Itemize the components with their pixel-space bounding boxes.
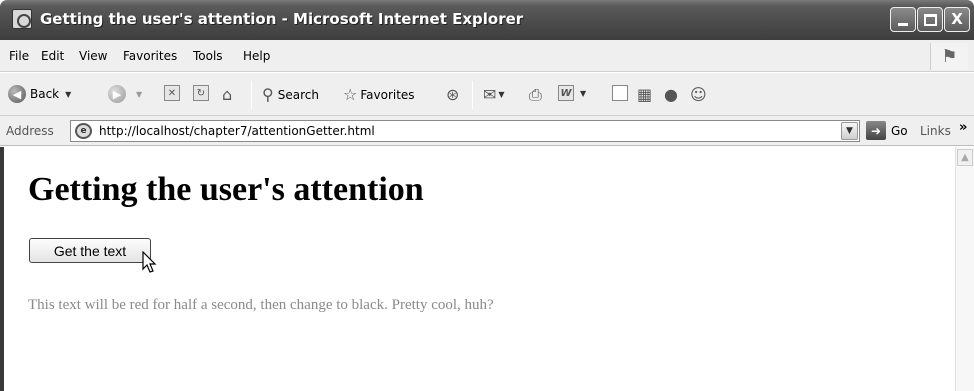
home-icon: ⌂: [222, 85, 233, 104]
menu-tools[interactable]: Tools: [193, 49, 223, 63]
messenger-icon: ●: [664, 85, 678, 104]
windows-logo-icon: ⚑: [930, 43, 968, 70]
back-dropdown-icon[interactable]: ▼: [65, 90, 71, 99]
minimize-button[interactable]: [890, 7, 916, 32]
menu-view[interactable]: View: [79, 49, 107, 63]
address-bar: Address e http://localhost/chapter7/atte…: [0, 116, 974, 146]
home-button[interactable]: ⌂: [222, 85, 232, 104]
menu-help[interactable]: Help: [243, 49, 270, 63]
search-icon: ⚲: [262, 85, 274, 104]
search-button[interactable]: ⚲ Search: [262, 85, 319, 104]
address-dropdown-icon[interactable]: ▼: [841, 122, 858, 140]
word-edit-icon: W: [558, 85, 574, 101]
menu-bar: File Edit View Favorites Tools Help: [0, 40, 974, 72]
research-button[interactable]: ▦: [637, 85, 652, 104]
discuss-icon: [612, 85, 628, 101]
mail-icon: ✉: [483, 85, 497, 104]
minimize-icon: [898, 23, 908, 26]
close-button[interactable]: X: [944, 7, 970, 32]
menu-edit[interactable]: Edit: [41, 49, 64, 63]
maximize-button[interactable]: [917, 7, 943, 32]
go-label: Go: [891, 123, 908, 138]
title-bar: Getting the user's attention - Microsoft…: [0, 0, 974, 40]
refresh-icon: ↻: [193, 85, 209, 101]
edit-button[interactable]: W ▼: [558, 85, 586, 101]
get-the-text-button[interactable]: Get the text: [29, 238, 151, 263]
go-button[interactable]: ➜ Go: [866, 121, 908, 140]
edit-dropdown-icon[interactable]: ▼: [580, 89, 586, 98]
favorites-star-icon: ☆: [343, 85, 358, 104]
address-input[interactable]: e http://localhost/chapter7/attentionGet…: [70, 120, 860, 142]
close-icon: X: [951, 10, 963, 28]
mail-dropdown-icon[interactable]: ▼: [498, 90, 504, 99]
discuss-button[interactable]: [612, 85, 628, 101]
window-title: Getting the user's attention - Microsoft…: [40, 10, 524, 28]
forward-button[interactable]: ▶ ▼: [108, 85, 142, 103]
menu-favorites[interactable]: Favorites: [123, 49, 177, 63]
stop-button[interactable]: ✕: [164, 85, 180, 101]
ie-app-icon[interactable]: [12, 9, 32, 29]
links-chevron-icon[interactable]: »: [959, 120, 967, 135]
toolbar-separator: [251, 81, 252, 109]
research-icon: ▦: [637, 85, 653, 104]
forward-dropdown-icon[interactable]: ▼: [136, 90, 142, 99]
back-arrow-icon: ◀: [8, 85, 26, 103]
maximize-icon: [923, 13, 937, 26]
page-content: Getting the user's attention Get the tex…: [0, 147, 955, 391]
links-label[interactable]: Links: [920, 124, 951, 138]
standard-toolbar: ◀ Back ▼ ▶ ▼ ✕ ↻ ⌂ ⚲ Search ☆ Favorites …: [0, 73, 974, 116]
stop-icon: ✕: [164, 85, 180, 101]
refresh-button[interactable]: ↻: [193, 85, 209, 101]
page-heading: Getting the user's attention: [28, 171, 424, 208]
print-button[interactable]: ⎙: [529, 85, 542, 105]
search-label: Search: [277, 87, 319, 102]
address-label: Address: [6, 124, 54, 138]
messenger-button[interactable]: ●: [664, 85, 678, 104]
back-button[interactable]: ◀ Back ▼: [8, 85, 71, 103]
print-icon: ⎙: [529, 85, 542, 104]
menu-file[interactable]: File: [9, 49, 29, 63]
media-icon: ⊛: [446, 85, 460, 104]
scroll-up-icon[interactable]: ▲: [957, 149, 973, 166]
vertical-scrollbar[interactable]: ▲: [955, 147, 974, 391]
contacts-button[interactable]: ☺: [690, 85, 707, 104]
mail-button[interactable]: ✉ ▼: [483, 85, 505, 104]
forward-arrow-icon: ▶: [108, 85, 126, 103]
favorites-label: Favorites: [360, 87, 415, 102]
go-arrow-icon: ➜: [866, 121, 886, 140]
page-icon: e: [75, 123, 92, 139]
media-button[interactable]: ⊛: [446, 85, 459, 104]
favorites-button[interactable]: ☆ Favorites: [343, 85, 415, 104]
back-label: Back: [30, 87, 60, 101]
contacts-icon: ☺: [690, 85, 707, 104]
address-url[interactable]: http://localhost/chapter7/attentionGette…: [99, 124, 375, 138]
mouse-cursor-icon: [142, 251, 157, 273]
toolbar-separator: [472, 81, 473, 109]
attention-text: This text will be red for half a second,…: [28, 297, 494, 313]
